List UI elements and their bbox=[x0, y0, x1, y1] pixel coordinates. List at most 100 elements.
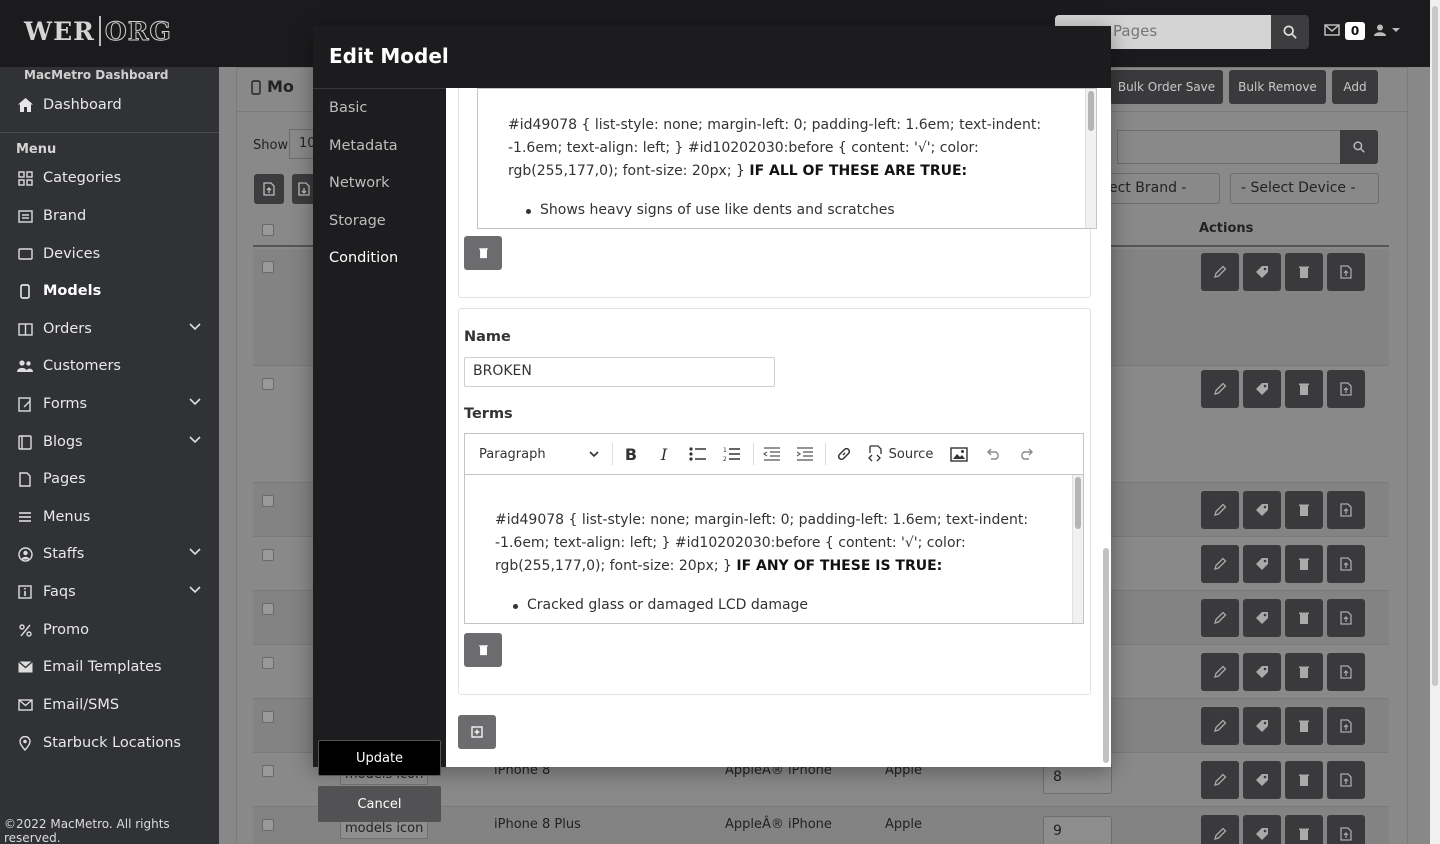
table-search-button[interactable] bbox=[1340, 130, 1378, 164]
edit-button[interactable] bbox=[1201, 370, 1239, 408]
sidebar-item-models[interactable]: Models bbox=[0, 273, 219, 309]
header-search-button[interactable] bbox=[1271, 15, 1309, 49]
device-select[interactable]: - Select Device - bbox=[1230, 173, 1379, 204]
modal-tab-metadata[interactable]: Metadata bbox=[329, 138, 398, 154]
tag-button[interactable] bbox=[1243, 653, 1281, 691]
sidebar-item-forms[interactable]: Forms bbox=[0, 386, 219, 422]
edit-button[interactable] bbox=[1201, 707, 1239, 745]
export-row-button[interactable] bbox=[1327, 815, 1365, 844]
sidebar-item-promo[interactable]: Promo bbox=[0, 612, 219, 648]
tag-button[interactable] bbox=[1243, 370, 1281, 408]
tag-button[interactable] bbox=[1243, 761, 1281, 799]
export-row-button[interactable] bbox=[1327, 707, 1365, 745]
sidebar-item-devices[interactable]: Devices bbox=[0, 236, 219, 272]
sidebar-item-dashboard[interactable]: Dashboard bbox=[0, 87, 219, 123]
row-checkbox[interactable] bbox=[262, 378, 274, 390]
order-input[interactable]: 9 bbox=[1043, 816, 1112, 844]
bulleted-list-button[interactable] bbox=[683, 434, 713, 474]
export-row-button[interactable] bbox=[1327, 761, 1365, 799]
undo-button[interactable] bbox=[979, 434, 1007, 474]
editor-scrollbar[interactable] bbox=[1085, 89, 1096, 228]
user-menu[interactable] bbox=[1374, 24, 1403, 36]
modal-tab-basic[interactable]: Basic bbox=[329, 100, 367, 116]
tag-button[interactable] bbox=[1243, 491, 1281, 529]
tag-button[interactable] bbox=[1243, 545, 1281, 583]
row-checkbox[interactable] bbox=[262, 711, 274, 723]
editor-scrollbar[interactable] bbox=[1072, 475, 1083, 623]
delete-condition-button[interactable] bbox=[464, 236, 502, 270]
select-all-checkbox[interactable] bbox=[262, 224, 274, 236]
page-scrollbar[interactable] bbox=[1430, 0, 1440, 844]
edit-button[interactable] bbox=[1201, 491, 1239, 529]
logo[interactable]: WER ORG bbox=[24, 16, 172, 46]
sidebar-item-brand[interactable]: Brand bbox=[0, 198, 219, 234]
sidebar-item-menus[interactable]: Menus bbox=[0, 499, 219, 535]
tag-button[interactable] bbox=[1243, 253, 1281, 291]
sidebar-item-blogs[interactable]: Blogs bbox=[0, 424, 219, 460]
table-search-input[interactable] bbox=[1117, 130, 1341, 164]
paragraph-dropdown[interactable]: Paragraph bbox=[473, 434, 605, 474]
cancel-button[interactable]: Cancel bbox=[318, 786, 441, 822]
mail-icon[interactable] bbox=[1324, 24, 1340, 36]
bulk-order-save-button[interactable]: Bulk Order Save bbox=[1110, 70, 1223, 104]
edit-button[interactable] bbox=[1201, 815, 1239, 844]
edit-button[interactable] bbox=[1201, 653, 1239, 691]
sidebar-item-starbuck-locations[interactable]: Starbuck Locations bbox=[0, 725, 219, 761]
edit-button[interactable] bbox=[1201, 599, 1239, 637]
terms-editor[interactable]: #id49078 { list-style: none; margin-left… bbox=[464, 474, 1084, 624]
row-checkbox[interactable] bbox=[262, 261, 274, 273]
update-button[interactable]: Update bbox=[318, 740, 441, 776]
sidebar-item-email-templates[interactable]: Email Templates bbox=[0, 649, 219, 685]
export-row-button[interactable] bbox=[1327, 370, 1365, 408]
export-row-button[interactable] bbox=[1327, 599, 1365, 637]
delete-button[interactable] bbox=[1285, 815, 1323, 844]
delete-button[interactable] bbox=[1285, 707, 1323, 745]
modal-scrollbar[interactable] bbox=[1102, 88, 1111, 767]
sidebar-item-orders[interactable]: Orders bbox=[0, 311, 219, 347]
row-checkbox[interactable] bbox=[262, 549, 274, 561]
edit-button[interactable] bbox=[1201, 253, 1239, 291]
delete-button[interactable] bbox=[1285, 253, 1323, 291]
edit-button[interactable] bbox=[1201, 761, 1239, 799]
indent-button[interactable] bbox=[790, 434, 820, 474]
tag-button[interactable] bbox=[1243, 599, 1281, 637]
delete-button[interactable] bbox=[1285, 545, 1323, 583]
export-row-button[interactable] bbox=[1327, 491, 1365, 529]
modal-tab-storage[interactable]: Storage bbox=[329, 213, 386, 229]
export-row-button[interactable] bbox=[1327, 253, 1365, 291]
export-row-button[interactable] bbox=[1327, 545, 1365, 583]
edit-button[interactable] bbox=[1201, 545, 1239, 583]
delete-button[interactable] bbox=[1285, 491, 1323, 529]
brand-select[interactable]: ect Brand - bbox=[1098, 173, 1220, 204]
sidebar-item-categories[interactable]: Categories bbox=[0, 160, 219, 196]
sidebar-item-email-sms[interactable]: Email/SMS bbox=[0, 687, 219, 723]
row-checkbox[interactable] bbox=[262, 657, 274, 669]
add-button[interactable]: Add bbox=[1332, 70, 1378, 104]
outdent-button[interactable] bbox=[757, 434, 787, 474]
source-button[interactable]: Source bbox=[863, 434, 937, 474]
row-checkbox[interactable] bbox=[262, 603, 274, 615]
insert-image-button[interactable] bbox=[945, 434, 973, 474]
sidebar-item-pages[interactable]: Pages bbox=[0, 461, 219, 497]
condition-name-input[interactable]: BROKEN bbox=[464, 357, 775, 387]
row-checkbox[interactable] bbox=[262, 765, 274, 777]
tag-button[interactable] bbox=[1243, 707, 1281, 745]
modal-tab-network[interactable]: Network bbox=[329, 175, 390, 191]
bulk-remove-button[interactable]: Bulk Remove bbox=[1229, 70, 1326, 104]
tag-button[interactable] bbox=[1243, 815, 1281, 844]
modal-tab-condition[interactable]: Condition bbox=[329, 250, 398, 266]
italic-button[interactable]: I bbox=[650, 434, 678, 474]
delete-button[interactable] bbox=[1285, 653, 1323, 691]
sidebar-item-customers[interactable]: Customers bbox=[0, 348, 219, 384]
delete-button[interactable] bbox=[1285, 599, 1323, 637]
bold-button[interactable]: B bbox=[617, 434, 645, 474]
terms-editor[interactable]: #id49078 { list-style: none; margin-left… bbox=[477, 88, 1097, 229]
numbered-list-button[interactable]: 12 bbox=[717, 434, 747, 474]
delete-button[interactable] bbox=[1285, 761, 1323, 799]
add-condition-button[interactable] bbox=[458, 715, 496, 749]
redo-button[interactable] bbox=[1013, 434, 1041, 474]
delete-condition-button[interactable] bbox=[464, 633, 502, 667]
delete-button[interactable] bbox=[1285, 370, 1323, 408]
export-button[interactable] bbox=[254, 174, 284, 204]
sidebar-item-staffs[interactable]: Staffs bbox=[0, 536, 219, 572]
